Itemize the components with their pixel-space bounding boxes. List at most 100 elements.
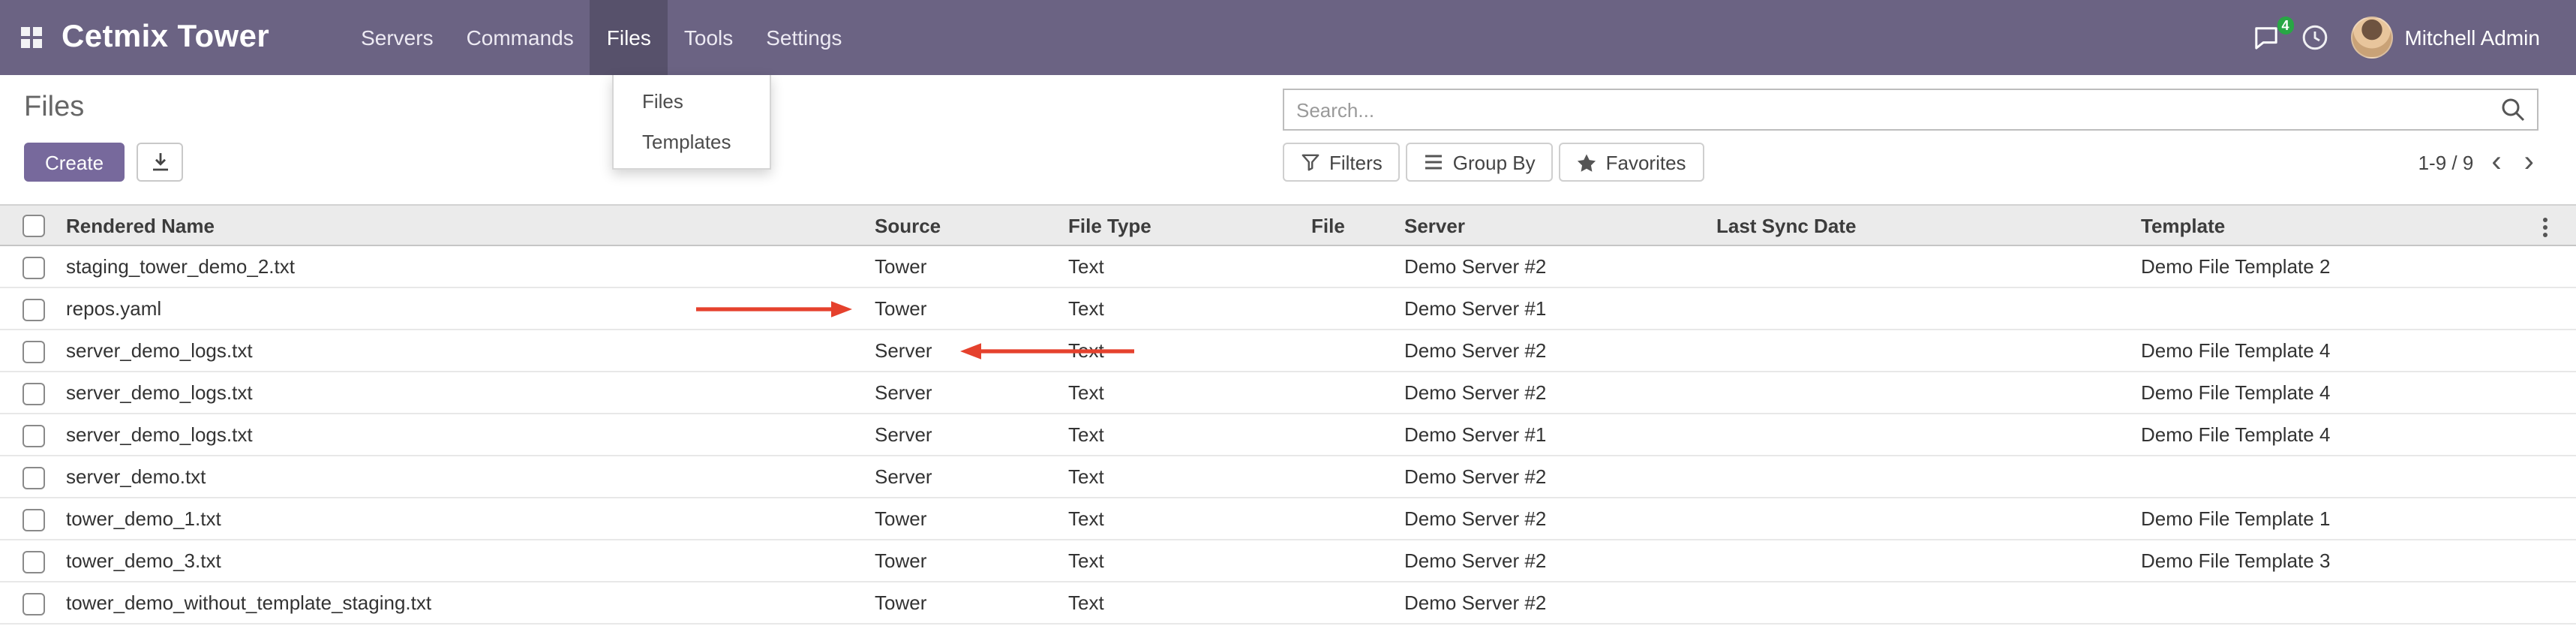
cell-file: [1311, 456, 1404, 498]
pager: 1-9 / 9 ‹ ›: [2418, 143, 2538, 182]
cell-file: [1311, 414, 1404, 456]
group-by-icon: [1425, 153, 1444, 171]
column-header-file-type[interactable]: File Type: [1068, 205, 1311, 245]
select-all-checkbox[interactable]: [23, 215, 45, 237]
cell-server: Demo Server #2: [1404, 498, 1716, 540]
cell-rendered-name: tower_demo_3.txt: [66, 540, 875, 582]
table-body: staging_tower_demo_2.txtTowerTextDemo Se…: [0, 245, 2576, 624]
search-input[interactable]: [1284, 98, 2501, 121]
favorites-label: Favorites: [1606, 151, 1686, 173]
activities-icon[interactable]: [2301, 24, 2328, 51]
cell-server: Demo Server #2: [1404, 245, 1716, 287]
cell-source: Tower: [875, 582, 1068, 624]
row-options-spacer: [2543, 540, 2576, 582]
favorites-button[interactable]: Favorites: [1560, 143, 1704, 182]
create-button[interactable]: Create: [24, 143, 125, 182]
row-checkbox[interactable]: [23, 298, 45, 321]
table-header-row: Rendered NameSourceFile TypeFileServerLa…: [0, 205, 2576, 245]
row-checkbox[interactable]: [23, 424, 45, 447]
cell-template: [2141, 456, 2543, 498]
cell-rendered-name: tower_demo_without_template_staging.txt: [66, 582, 875, 624]
cell-file: [1311, 245, 1404, 287]
cell-template: [2141, 582, 2543, 624]
column-header-rendered-name[interactable]: Rendered Name: [66, 205, 875, 245]
search-bar: [1283, 89, 2538, 131]
table-row[interactable]: repos.yamlTowerTextDemo Server #1: [0, 287, 2576, 330]
chat-bubble-icon: [2253, 26, 2278, 50]
row-select-cell: [0, 245, 66, 287]
column-header-file[interactable]: File: [1311, 205, 1404, 245]
table-row[interactable]: tower_demo_1.txtTowerTextDemo Server #2D…: [0, 498, 2576, 540]
cell-file: [1311, 372, 1404, 414]
row-checkbox[interactable]: [23, 508, 45, 531]
cell-file: [1311, 498, 1404, 540]
row-options-spacer: [2543, 582, 2576, 624]
cell-server: Demo Server #2: [1404, 582, 1716, 624]
filter-buttons: Filters Group By Favorites: [1283, 143, 1704, 182]
row-options-spacer: [2543, 330, 2576, 372]
table-row[interactable]: server_demo.txtServerTextDemo Server #2: [0, 456, 2576, 498]
filters-button[interactable]: Filters: [1283, 143, 1401, 182]
table-row[interactable]: server_demo_logs.txtServerTextDemo Serve…: [0, 372, 2576, 414]
cell-file: [1311, 287, 1404, 330]
group-by-button[interactable]: Group By: [1407, 143, 1554, 182]
optional-columns-cell: [2543, 205, 2576, 245]
cell-rendered-name: server_demo_logs.txt: [66, 372, 875, 414]
cell-file-type: Text: [1068, 372, 1311, 414]
menu-item-tools[interactable]: Tools: [668, 0, 749, 75]
cell-file-type: Text: [1068, 330, 1311, 372]
cell-file-type: Text: [1068, 245, 1311, 287]
row-checkbox[interactable]: [23, 256, 45, 278]
menu-item-settings[interactable]: Settings: [749, 0, 858, 75]
table-row[interactable]: server_demo_logs.txtServerTextDemo Serve…: [0, 330, 2576, 372]
row-select-cell: [0, 372, 66, 414]
row-checkbox[interactable]: [23, 466, 45, 489]
user-menu[interactable]: Mitchell Admin: [2350, 17, 2540, 59]
optional-columns-icon[interactable]: [2543, 217, 2547, 236]
pager-previous-icon[interactable]: ‹: [2487, 144, 2505, 180]
group-by-label: Group By: [1453, 151, 1536, 173]
funnel-icon: [1301, 152, 1320, 172]
cell-server: Demo Server #1: [1404, 287, 1716, 330]
menu-item-servers[interactable]: Servers: [344, 0, 449, 75]
cell-template: Demo File Template 4: [2141, 330, 2543, 372]
row-checkbox[interactable]: [23, 340, 45, 363]
column-header-server[interactable]: Server: [1404, 205, 1716, 245]
column-header-source[interactable]: Source: [875, 205, 1068, 245]
row-options-spacer: [2543, 456, 2576, 498]
column-header-last-sync-date[interactable]: Last Sync Date: [1716, 205, 2141, 245]
cell-source: Server: [875, 414, 1068, 456]
table-row[interactable]: server_demo_logs.txtServerTextDemo Serve…: [0, 414, 2576, 456]
cell-template: Demo File Template 3: [2141, 540, 2543, 582]
dropdown-item-templates[interactable]: Templates: [614, 122, 770, 162]
cell-source: Tower: [875, 498, 1068, 540]
row-checkbox[interactable]: [23, 592, 45, 615]
app-title: Cetmix Tower: [62, 20, 269, 56]
search-icon[interactable]: [2501, 98, 2525, 122]
cell-template: [2141, 287, 2543, 330]
cell-last-sync-date: [1716, 582, 2141, 624]
menu-item-files[interactable]: Files: [590, 0, 668, 75]
cell-rendered-name: server_demo_logs.txt: [66, 330, 875, 372]
table-row[interactable]: staging_tower_demo_2.txtTowerTextDemo Se…: [0, 245, 2576, 287]
cell-last-sync-date: [1716, 245, 2141, 287]
messages-icon[interactable]: 4: [2253, 26, 2278, 50]
navbar-right: 4 Mitchell Admin: [2253, 17, 2576, 59]
files-list-table: Rendered NameSourceFile TypeFileServerLa…: [0, 204, 2576, 624]
menu-item-commands[interactable]: Commands: [450, 0, 590, 75]
pager-next-icon[interactable]: ›: [2520, 144, 2538, 180]
dropdown-item-files[interactable]: Files: [614, 81, 770, 122]
cell-rendered-name: server_demo.txt: [66, 456, 875, 498]
row-checkbox[interactable]: [23, 550, 45, 573]
cell-last-sync-date: [1716, 456, 2141, 498]
apps-grid-icon[interactable]: [21, 27, 42, 48]
table-row[interactable]: tower_demo_without_template_staging.txtT…: [0, 582, 2576, 624]
export-button[interactable]: [137, 143, 183, 182]
row-checkbox[interactable]: [23, 382, 45, 405]
files-dropdown-menu: FilesTemplates: [612, 75, 771, 170]
cell-last-sync-date: [1716, 330, 2141, 372]
column-header-template[interactable]: Template: [2141, 205, 2543, 245]
page-title: Files: [24, 92, 84, 125]
cell-source: Server: [875, 456, 1068, 498]
table-row[interactable]: tower_demo_3.txtTowerTextDemo Server #2D…: [0, 540, 2576, 582]
